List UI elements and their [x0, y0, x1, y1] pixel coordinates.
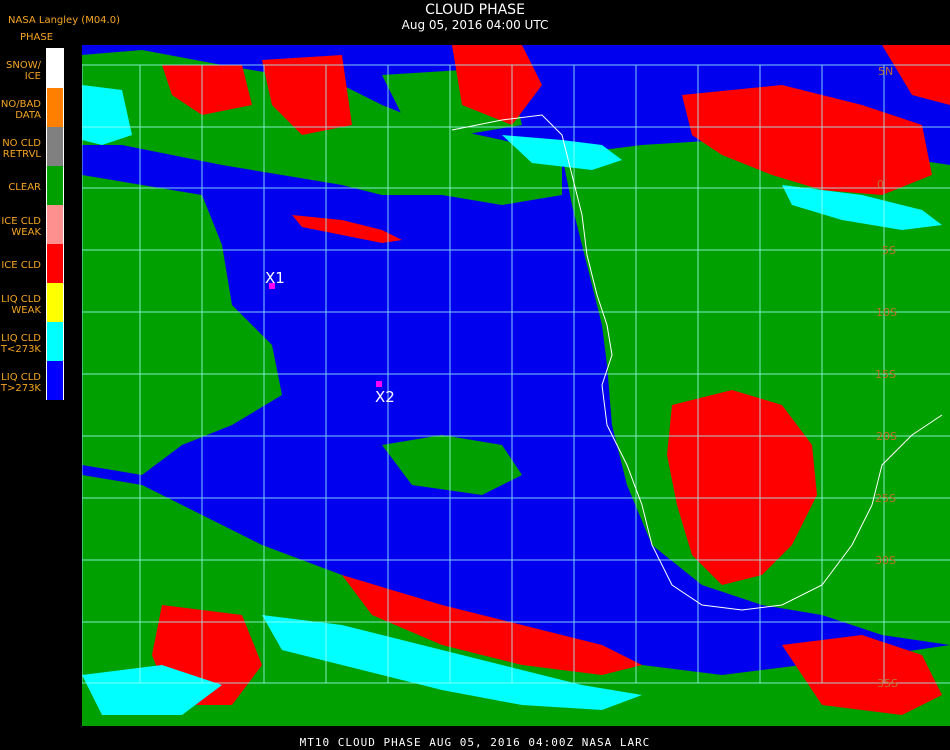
lat-label-35s: 35S: [877, 677, 898, 690]
legend-swatch-clear: [47, 166, 63, 205]
footer-caption: MT10 CLOUD PHASE AUG 05, 2016 04:00Z NAS…: [299, 736, 651, 749]
legend-color-bar: [46, 48, 64, 400]
page-title: CLOUD PHASE: [425, 2, 525, 18]
lat-label-0: 0: [877, 178, 884, 191]
marker-x1-label: X1: [265, 269, 285, 287]
legend-label-no-bad-data: NO/BAD DATA: [0, 99, 41, 121]
legend-title: PHASE: [20, 32, 54, 43]
cloud-phase-map[interactable]: X1 X2 5N 0 5S 10S 15S 20S 25S 30S 35S: [82, 45, 950, 726]
legend-label-clear: CLEAR: [8, 182, 41, 193]
legend-swatch-liq-cld-warm: [47, 361, 63, 400]
marker-x2[interactable]: [376, 381, 382, 387]
lat-label-30s: 30S: [875, 554, 896, 567]
legend-label-ice-cld-weak: ICE CLD WEAK: [1, 216, 41, 238]
legend-swatch-ice-cld-weak: [47, 205, 63, 244]
legend-label-ice-cld: ICE CLD: [1, 260, 41, 271]
legend-label-liq-cld-weak: LIQ CLD WEAK: [1, 294, 41, 316]
lat-label-20s: 20S: [876, 430, 897, 443]
lat-label-25s: 25S: [875, 492, 896, 505]
lat-label-10s: 10S: [876, 306, 897, 319]
legend-swatch-liq-cld-cold: [47, 322, 63, 361]
map-canvas: X1 X2 5N 0 5S 10S 15S 20S 25S 30S 35S: [82, 45, 950, 726]
legend-swatch-no-cld-retrvl: [47, 127, 63, 166]
marker-x2-label: X2: [375, 388, 395, 406]
legend-label-liq-cld-warm: LIQ CLD T>273K: [0, 372, 41, 394]
page-subtitle: Aug 05, 2016 04:00 UTC: [401, 18, 549, 32]
legend-label-snow-ice: SNOW/ ICE: [6, 60, 41, 82]
lat-label-5s: 5S: [882, 244, 896, 257]
legend-swatch-ice-cld: [47, 244, 63, 283]
provider-label: NASA Langley (M04.0): [8, 15, 120, 26]
lat-label-15s: 15S: [875, 368, 896, 381]
legend-label-liq-cld-cold: LIQ CLD T<273K: [0, 333, 41, 355]
legend-swatch-liq-cld-weak: [47, 283, 63, 322]
lat-label-5n: 5N: [878, 65, 893, 78]
legend-label-no-cld-retrvl: NO CLD RETRVL: [2, 138, 41, 160]
legend-swatch-snow-ice: [47, 49, 63, 88]
legend-swatch-no-bad-data: [47, 88, 63, 127]
